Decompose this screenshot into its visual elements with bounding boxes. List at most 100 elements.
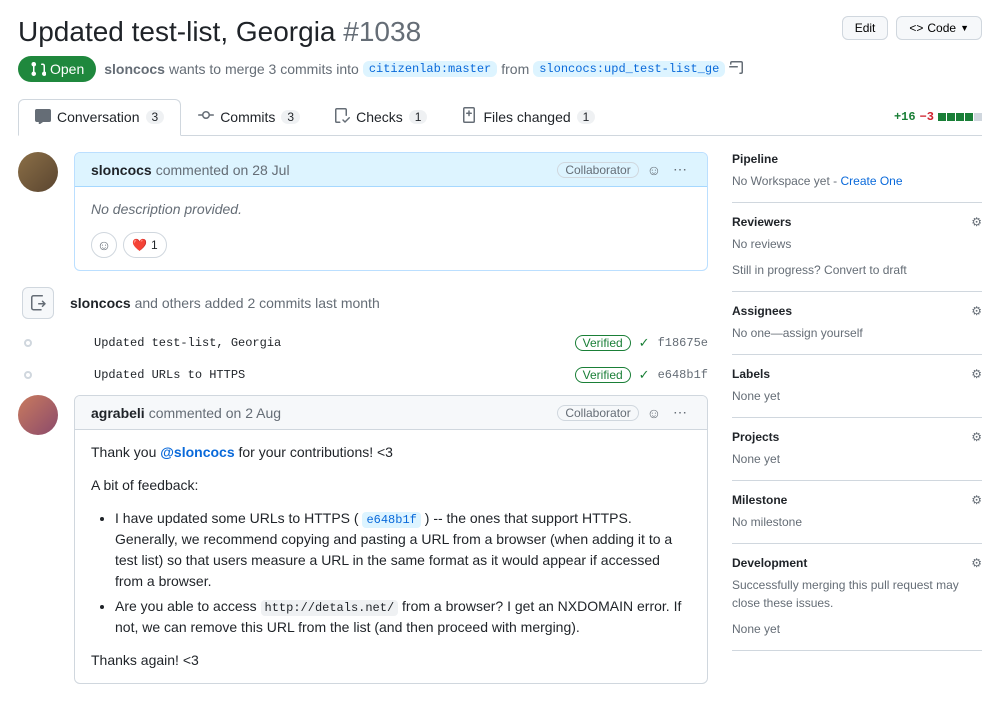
role-badge: Collaborator <box>557 162 638 178</box>
edit-button[interactable]: Edit <box>842 16 889 40</box>
add-reaction-button[interactable]: ☺ <box>91 232 117 258</box>
convert-draft-link[interactable]: Still in progress? Convert to draft <box>732 261 982 279</box>
sidebar-assignees: ⚙ Assignees No one—assign yourself <box>732 292 982 355</box>
comment-box: agrabeli commented on 2 Aug Collaborator… <box>74 395 708 684</box>
commits-count: 3 <box>281 110 300 124</box>
deletions-count: −3 <box>920 110 934 124</box>
no-description-text: No description provided. <box>91 201 242 217</box>
gear-icon[interactable]: ⚙ <box>971 556 982 570</box>
diff-stat[interactable]: +16 −3 <box>894 110 982 124</box>
avatar[interactable] <box>66 365 86 385</box>
code-icon: <> <box>909 21 923 35</box>
commit-message[interactable]: Updated test-list, Georgia <box>94 336 567 350</box>
copy-icon[interactable] <box>729 60 745 79</box>
state-open-pill: Open <box>18 56 96 82</box>
feedback-item: Are you able to access http://detals.net… <box>115 596 691 638</box>
sidebar: Pipeline No Workspace yet - Create One ⚙… <box>732 152 982 651</box>
comment-timestamp[interactable]: on 28 Jul <box>233 162 290 178</box>
avatar[interactable] <box>66 333 86 353</box>
commit-sha[interactable]: e648b1f <box>658 368 708 382</box>
sidebar-milestone: ⚙ Milestone No milestone <box>732 481 982 544</box>
pr-number: #1038 <box>343 16 421 47</box>
gear-icon[interactable]: ⚙ <box>971 215 982 229</box>
tab-checks[interactable]: Checks 1 <box>317 98 444 135</box>
comment-author[interactable]: sloncocs <box>91 162 152 178</box>
pr-title-text: Updated test-list, Georgia <box>18 16 336 47</box>
sidebar-reviewers: ⚙ Reviewers No reviews Still in progress… <box>732 203 982 292</box>
smiley-icon[interactable]: ☺ <box>643 162 665 178</box>
base-branch-label[interactable]: citizenlab:master <box>363 61 497 77</box>
sidebar-projects: ⚙ Projects None yet <box>732 418 982 481</box>
sidebar-title[interactable]: Projects <box>732 430 982 444</box>
tab-commits[interactable]: Commits 3 <box>181 98 317 135</box>
timeline-dot <box>24 371 32 379</box>
comment-body: Thank you @sloncocs for your contributio… <box>75 430 707 683</box>
checklist-icon <box>334 107 350 126</box>
feedback-item: I have updated some URLs to HTTPS ( e648… <box>115 508 691 592</box>
avatar[interactable] <box>18 395 58 435</box>
file-diff-icon <box>461 107 477 126</box>
files-count: 1 <box>577 110 596 124</box>
code-button[interactable]: <> Code ▼ <box>896 16 982 40</box>
additions-count: +16 <box>894 110 916 124</box>
tab-nav: Conversation 3 Commits 3 Checks 1 Files … <box>18 98 982 136</box>
user-mention[interactable]: @sloncocs <box>160 444 234 460</box>
merge-description: sloncocs wants to merge 3 commits into c… <box>104 60 745 79</box>
push-event: sloncocs and others added 2 commits last… <box>18 287 708 319</box>
sidebar-title[interactable]: Labels <box>732 367 982 381</box>
sidebar-pipeline: Pipeline No Workspace yet - Create One <box>732 152 982 203</box>
caret-down-icon: ▼ <box>960 23 969 33</box>
kebab-icon[interactable]: ⋯ <box>669 161 691 178</box>
conversation-count: 3 <box>146 110 165 124</box>
repo-push-icon <box>22 287 54 319</box>
smiley-icon[interactable]: ☺ <box>643 405 665 421</box>
head-branch-label[interactable]: sloncocs:upd_test-list_ge <box>533 61 725 77</box>
sidebar-labels: ⚙ Labels None yet <box>732 355 982 418</box>
sidebar-title[interactable]: Assignees <box>732 304 982 318</box>
create-workspace-link[interactable]: Create One <box>840 174 902 188</box>
sidebar-title[interactable]: Development <box>732 556 982 570</box>
avatar[interactable] <box>18 152 58 192</box>
check-icon[interactable]: ✓ <box>639 367 650 383</box>
assign-yourself-link[interactable]: No one—assign yourself <box>732 324 982 342</box>
inline-sha[interactable]: e648b1f <box>362 512 420 528</box>
gear-icon[interactable]: ⚙ <box>971 430 982 444</box>
verified-badge[interactable]: Verified <box>575 335 631 351</box>
check-icon[interactable]: ✓ <box>639 335 650 351</box>
kebab-icon[interactable]: ⋯ <box>669 404 691 421</box>
commit-sha[interactable]: f18675e <box>658 336 708 350</box>
sidebar-development: ⚙ Development Successfully merging this … <box>732 544 982 651</box>
diff-squares <box>938 113 982 121</box>
tab-files[interactable]: Files changed 1 <box>444 98 612 135</box>
git-commit-icon <box>198 107 214 126</box>
comment-box: sloncocs commented on 28 Jul Collaborato… <box>74 152 708 271</box>
tab-conversation[interactable]: Conversation 3 <box>18 99 181 136</box>
pr-title: Updated test-list, Georgia #1038 <box>18 16 421 48</box>
comment-discussion-icon <box>35 108 51 127</box>
comment-timestamp[interactable]: on 2 Aug <box>226 405 281 421</box>
pr-title-wrap: Updated test-list, Georgia #1038 <box>18 16 421 48</box>
gear-icon[interactable]: ⚙ <box>971 367 982 381</box>
discussion-timeline: sloncocs commented on 28 Jul Collaborato… <box>18 152 708 700</box>
comment-author[interactable]: agrabeli <box>91 405 145 421</box>
sidebar-title[interactable]: Milestone <box>732 493 982 507</box>
gear-icon[interactable]: ⚙ <box>971 304 982 318</box>
event-actor[interactable]: sloncocs <box>70 295 131 311</box>
comment-header: sloncocs commented on 28 Jul Collaborato… <box>75 153 707 187</box>
checks-count: 1 <box>409 110 428 124</box>
git-pull-request-icon <box>30 61 46 77</box>
reaction-heart[interactable]: ❤️ 1 <box>123 232 167 258</box>
sidebar-title[interactable]: Reviewers <box>732 215 982 229</box>
commit-message[interactable]: Updated URLs to HTTPS <box>94 368 567 382</box>
commit-row: Updated test-list, Georgia Verified ✓ f1… <box>66 331 708 355</box>
merge-actor: sloncocs <box>104 61 165 77</box>
verified-badge[interactable]: Verified <box>575 367 631 383</box>
timeline-dot <box>24 339 32 347</box>
role-badge: Collaborator <box>557 405 638 421</box>
inline-code: http://detals.net/ <box>261 600 399 616</box>
comment-header: agrabeli commented on 2 Aug Collaborator… <box>75 396 707 430</box>
comment-body: No description provided. <box>75 187 707 232</box>
gear-icon[interactable]: ⚙ <box>971 493 982 507</box>
sidebar-title: Pipeline <box>732 152 982 166</box>
commit-row: Updated URLs to HTTPS Verified ✓ e648b1f <box>66 363 708 387</box>
